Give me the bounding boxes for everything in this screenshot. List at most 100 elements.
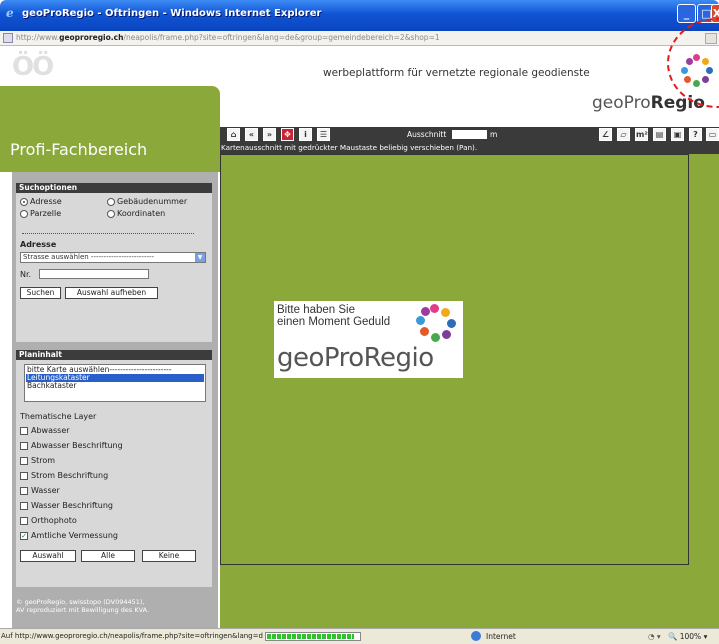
protected-mode-icon[interactable]: ◔ ▾	[648, 632, 661, 641]
divider	[22, 233, 194, 234]
map-listbox[interactable]: bitte Karte auswählen-------------------…	[24, 364, 206, 402]
pan-icon[interactable]: ✥	[281, 128, 294, 141]
minimize-button[interactable]: _	[677, 4, 696, 23]
pan-hint: Kartenausschnitt mit gedrückter Maustast…	[220, 143, 719, 154]
legend-icon[interactable]: ☰	[317, 128, 330, 141]
area-icon[interactable]: ▱	[617, 128, 630, 141]
panel-title: Profi-Fachbereich	[10, 140, 148, 159]
layer-label[interactable]: Amtliche Vermessung	[31, 531, 118, 540]
layer-checkbox[interactable]	[20, 517, 28, 525]
radio-parcel-label[interactable]: Parzelle	[30, 209, 61, 218]
security-zone: Internet	[486, 632, 516, 641]
radio-address-label[interactable]: Adresse	[30, 197, 62, 206]
address-url[interactable]: http://www.geoproregio.ch/neapolis/frame…	[16, 33, 440, 42]
layer-checkbox[interactable]	[20, 502, 28, 510]
layer-label[interactable]: Wasser Beschriftung	[31, 501, 113, 510]
layer-label[interactable]: Abwasser Beschriftung	[31, 441, 123, 450]
logo-dot	[420, 327, 429, 336]
logo-dot	[431, 333, 440, 342]
layer-checkbox[interactable]	[20, 427, 28, 435]
house-number-input[interactable]	[39, 269, 149, 279]
logo-dot	[442, 330, 451, 339]
page-icon	[3, 33, 13, 43]
scale-input[interactable]	[452, 130, 487, 139]
print-icon[interactable]: ▤	[653, 128, 666, 141]
list-item[interactable]: bitte Karte auswählen-------------------…	[26, 366, 204, 374]
map-viewport[interactable]: Bitte haben Sie einen Moment Geduld geoP…	[220, 154, 689, 565]
layer-checkbox[interactable]	[20, 487, 28, 495]
loading-brand: geoProRegio	[277, 343, 434, 373]
logo-dot	[421, 307, 430, 316]
clear-selection-button[interactable]: Auswahl aufheben	[65, 287, 158, 299]
layer-label[interactable]: Abwasser	[31, 426, 70, 435]
layer-label[interactable]: Orthophoto	[31, 516, 77, 525]
layer-checkbox[interactable]: ✓	[20, 532, 28, 540]
faded-logo: ÖÖ	[12, 52, 54, 82]
logo-dot	[441, 308, 450, 317]
home-icon[interactable]: ⌂	[227, 128, 240, 141]
measure-icon[interactable]: ∠	[599, 128, 612, 141]
logo-dot	[430, 304, 439, 313]
radio-parcel[interactable]	[20, 210, 28, 218]
map-area[interactable]: Bitte haben Sie einen Moment Geduld geoP…	[220, 154, 719, 628]
browser-window: e geoProRegio - Oftringen - Windows Inte…	[0, 0, 719, 644]
left-panel: Profi-Fachbereich Suchoptionen Adresse G…	[0, 86, 220, 628]
address-bar[interactable]: http://www.geoproregio.ch/neapolis/frame…	[0, 31, 719, 46]
panel-body: Suchoptionen Adresse Gebäudenummer Parze…	[12, 172, 218, 628]
search-button[interactable]: Suchen	[20, 287, 61, 299]
radio-building-number-label[interactable]: Gebäudenummer	[117, 197, 187, 206]
loading-message: Bitte haben Sie einen Moment Geduld	[277, 304, 391, 328]
layer-checkbox[interactable]	[20, 472, 28, 480]
copyright-line: © geoProRegio, swisstopo (DV094451),	[16, 598, 145, 606]
search-options-box: Adresse Gebäudenummer Parzelle Koordinat…	[16, 193, 212, 342]
scale-unit: m	[490, 130, 498, 139]
radio-coordinates[interactable]	[107, 210, 115, 218]
radio-address[interactable]	[20, 198, 28, 206]
export-icon[interactable]: ▣	[671, 128, 684, 141]
radio-building-number[interactable]	[107, 198, 115, 206]
search-options-heading: Suchoptionen	[16, 183, 212, 193]
internet-explorer-icon: e	[6, 6, 14, 20]
area-measure-icon[interactable]: m²	[635, 128, 648, 141]
none-button[interactable]: Keine	[142, 550, 196, 562]
map-toolbar: ⌂ « » ✥ i ☰ Ausschnitt m ∠ ▱ m² ▤ ▣ ? ▭	[220, 127, 719, 143]
layer-checkbox[interactable]	[20, 457, 28, 465]
layer-label[interactable]: Strom	[31, 456, 55, 465]
back-icon[interactable]: «	[245, 128, 258, 141]
panel-header: Profi-Fachbereich	[0, 86, 220, 172]
layer-label[interactable]: Strom Beschriftung	[31, 471, 108, 480]
globe-icon	[471, 631, 481, 641]
selection-button[interactable]: Auswahl	[20, 550, 76, 562]
zoom-control[interactable]: 🔍 100% ▾	[668, 632, 707, 641]
status-text: Auf http://www.geoproregio.ch/neapolis/f…	[1, 632, 263, 640]
layer-checkbox[interactable]	[20, 442, 28, 450]
plan-content-heading: Planinhalt	[16, 350, 212, 360]
progress-fill	[267, 634, 354, 639]
scale-label: Ausschnitt	[407, 130, 447, 139]
forward-icon[interactable]: »	[263, 128, 276, 141]
all-button[interactable]: Alle	[81, 550, 135, 562]
copyright: © geoProRegio, swisstopo (DV094451), AV …	[16, 598, 216, 614]
loading-popup: Bitte haben Sie einen Moment Geduld geoP…	[274, 301, 463, 378]
chevron-down-icon[interactable]: ▼	[195, 253, 205, 262]
window-title: geoProRegio - Oftringen - Windows Intern…	[22, 8, 322, 19]
copyright-line: AV reproduziert mit Bewilligung des KVA.	[16, 606, 150, 614]
thematic-layers-heading: Thematische Layer	[20, 412, 97, 421]
info-icon[interactable]: i	[299, 128, 312, 141]
logo-dot	[447, 319, 456, 328]
street-select[interactable]: Strasse auswählen ----------------------…	[20, 252, 206, 263]
web-page: ÖÖ werbeplattform für vernetzte regional…	[0, 46, 719, 628]
loading-dots-logo	[414, 303, 460, 343]
logo-dot	[416, 316, 425, 325]
list-item[interactable]: Bachkataster	[26, 382, 204, 390]
help-icon[interactable]: ?	[689, 128, 702, 141]
tagline: werbeplattform für vernetzte regionale g…	[323, 67, 590, 79]
address-heading: Adresse	[20, 240, 57, 249]
layer-label[interactable]: Wasser	[31, 486, 60, 495]
title-bar: e geoProRegio - Oftringen - Windows Inte…	[0, 0, 719, 31]
list-item-selected[interactable]: Leitungskataster	[26, 374, 204, 382]
radio-coordinates-label[interactable]: Koordinaten	[117, 209, 165, 218]
progress-bar	[265, 632, 361, 641]
plan-content-box: bitte Karte auswählen-------------------…	[16, 360, 212, 587]
window-icon[interactable]: ▭	[706, 128, 719, 141]
